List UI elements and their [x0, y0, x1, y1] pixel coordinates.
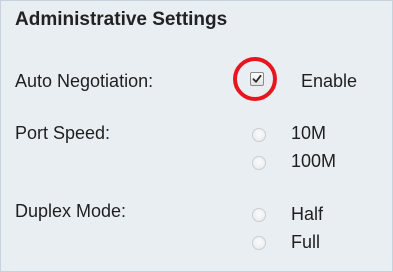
port-speed-100m-radio[interactable] [252, 156, 266, 170]
duplex-full-label: Full [291, 232, 321, 252]
port-speed-10m-label: 10M [291, 123, 327, 143]
duplex-half-radio[interactable] [252, 208, 266, 222]
auto-negotiation-enable-checkbox[interactable] [250, 72, 264, 86]
port-speed-100m-label: 100M [291, 151, 337, 171]
auto-negotiation-label: Auto Negotiation: [15, 71, 154, 91]
enable-label: Enable [301, 71, 358, 91]
duplex-half-label: Half [291, 204, 324, 224]
duplex-mode-label: Duplex Mode: [15, 201, 127, 221]
checkmark-icon [252, 74, 262, 83]
administrative-settings-panel: Administrative Settings Auto Negotiation… [0, 0, 393, 272]
port-speed-label: Port Speed: [15, 123, 111, 143]
section-title: Administrative Settings [15, 9, 228, 30]
port-speed-10m-radio[interactable] [252, 128, 266, 142]
duplex-full-radio[interactable] [252, 236, 266, 250]
